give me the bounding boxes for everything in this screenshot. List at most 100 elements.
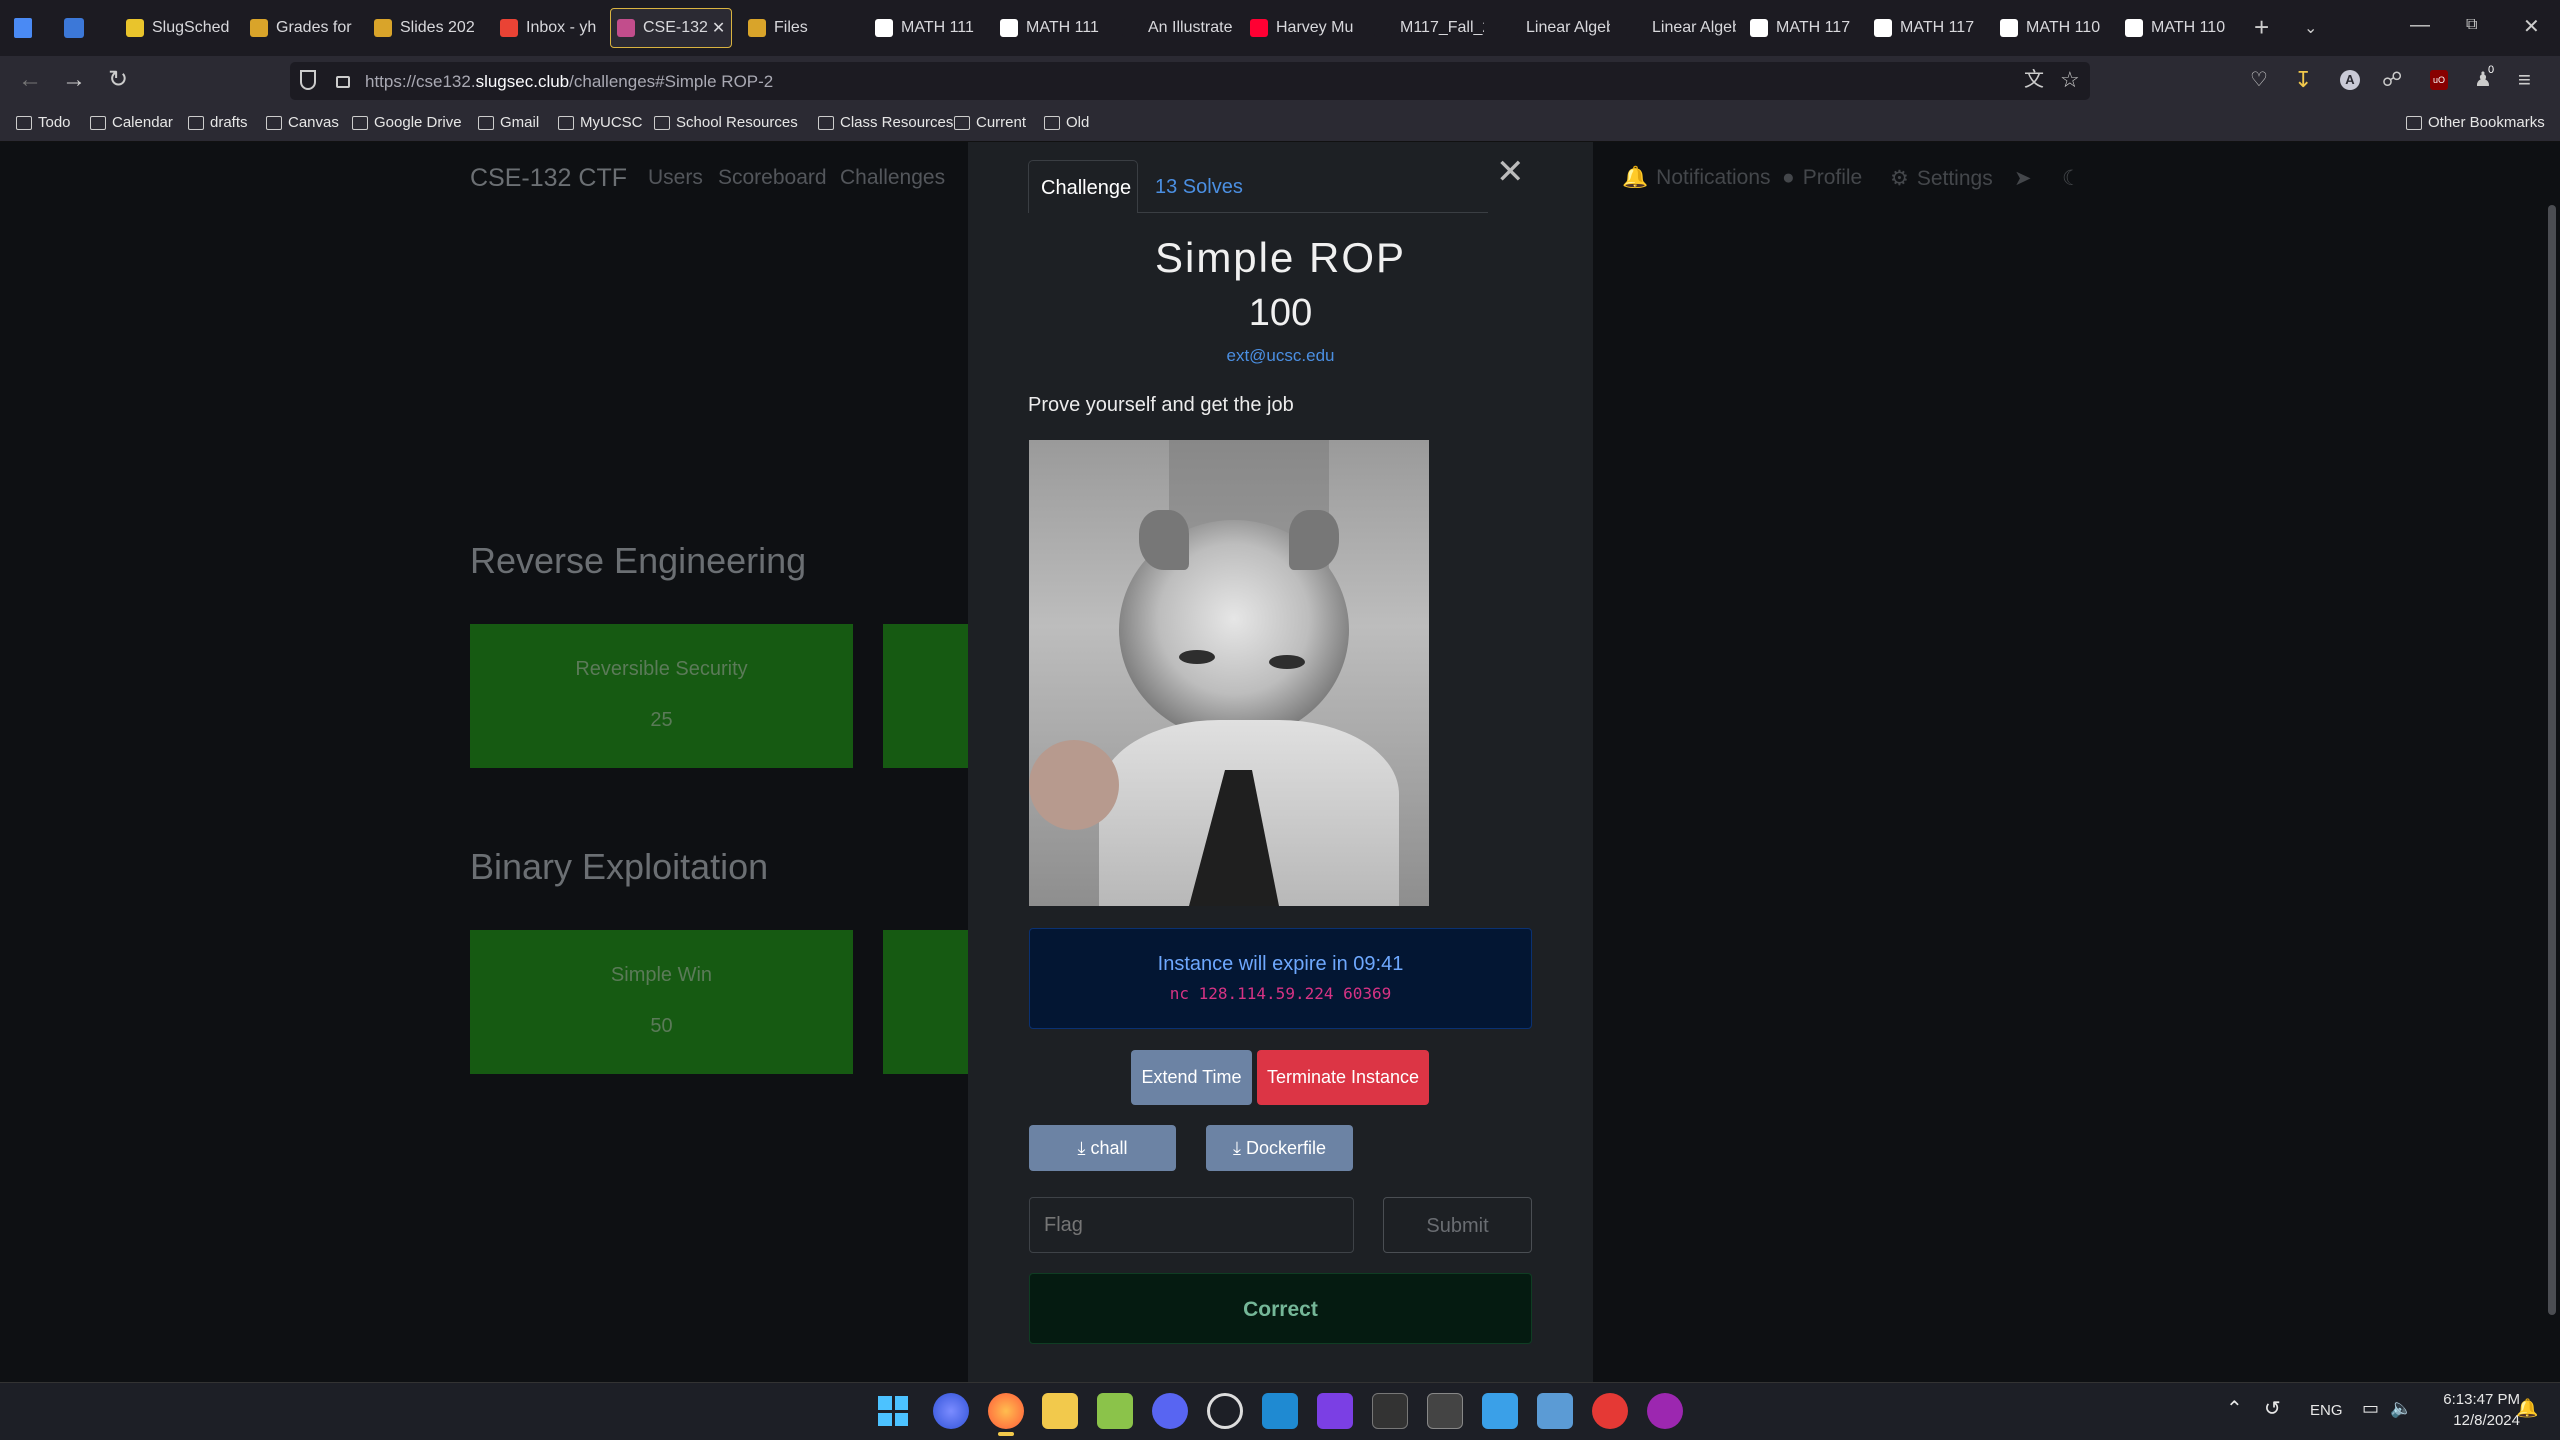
bookmark-item[interactable]: School Resources bbox=[654, 114, 798, 131]
browser-tab[interactable]: Inbox - yh bbox=[500, 8, 610, 48]
bookmark-item[interactable]: drafts bbox=[188, 114, 248, 131]
ublock-icon[interactable]: uO bbox=[2430, 70, 2448, 90]
browser-tab[interactable]: MATH 111 bbox=[1000, 8, 1110, 48]
bookmark-item[interactable]: Google Drive bbox=[352, 114, 462, 131]
back-icon[interactable]: ← bbox=[18, 68, 42, 92]
challenge-author[interactable]: ext@ucsc.edu bbox=[968, 346, 1593, 366]
browser-tab[interactable]: Harvey Mu bbox=[1250, 8, 1360, 48]
bookmark-item[interactable]: Canvas bbox=[266, 114, 339, 131]
browser-tab[interactable]: Grades for bbox=[250, 8, 360, 48]
bookmark-item[interactable]: MyUCSC bbox=[558, 114, 643, 131]
chart-app-icon[interactable] bbox=[1537, 1393, 1573, 1429]
download-dockerfile-button[interactable]: ⤓ Dockerfile bbox=[1206, 1125, 1353, 1171]
downloads-icon[interactable]: ↧ bbox=[2294, 68, 2312, 92]
site-brand[interactable]: CSE-132 CTF bbox=[470, 164, 627, 193]
nav-challenges[interactable]: Challenges bbox=[840, 166, 945, 190]
logout-icon[interactable]: ➤ bbox=[2014, 166, 2032, 191]
shield-icon[interactable] bbox=[300, 70, 316, 90]
close-tab-icon[interactable]: ✕ bbox=[712, 18, 725, 38]
browser-tab[interactable]: MATH 117 bbox=[1874, 8, 1984, 48]
challenge-card-reversible-security[interactable]: Reversible Security 25 bbox=[470, 624, 853, 768]
firefox-dev-icon[interactable] bbox=[933, 1393, 969, 1429]
bookmark-item[interactable]: Class Resources bbox=[818, 114, 953, 131]
bookmark-item[interactable]: Todo bbox=[16, 114, 71, 131]
nav-profile[interactable]: ● Profile bbox=[1782, 166, 1862, 190]
notifications-bell-icon[interactable]: 🔔 bbox=[2516, 1398, 2538, 1419]
jetbrains-icon[interactable] bbox=[1317, 1393, 1353, 1429]
language-indicator[interactable]: ENG bbox=[2310, 1402, 2343, 1419]
forward-icon[interactable]: → bbox=[62, 68, 86, 92]
volume-icon[interactable]: 🔈 bbox=[2390, 1398, 2412, 1419]
extensions-icon[interactable]: ☍ bbox=[2382, 68, 2402, 92]
browser-tab[interactable]: MATH 111 bbox=[875, 8, 985, 48]
minimize-button[interactable]: — bbox=[2410, 14, 2430, 37]
nav-notifications[interactable]: 🔔 Notifications bbox=[1622, 166, 1771, 190]
clock-date[interactable]: 12/8/2024 bbox=[2430, 1412, 2520, 1429]
terminal-icon[interactable] bbox=[1372, 1393, 1408, 1429]
game-app-icon[interactable] bbox=[1592, 1393, 1628, 1429]
tab-solves[interactable]: 13 Solves bbox=[1155, 176, 1243, 199]
mask-app-icon[interactable] bbox=[1647, 1393, 1683, 1429]
browser-tab[interactable]: M117_Fall_202 bbox=[1374, 8, 1484, 48]
other-bookmarks[interactable]: Other Bookmarks bbox=[2406, 114, 2545, 131]
window-app-icon[interactable] bbox=[1427, 1393, 1463, 1429]
tray-chevron-icon[interactable]: ⌃ bbox=[2226, 1396, 2243, 1421]
browser-tab[interactable]: Slides 202 bbox=[374, 8, 484, 48]
challenge-card-simple-win[interactable]: Simple Win 50 bbox=[470, 930, 853, 1074]
close-modal-icon[interactable]: ✕ bbox=[1496, 152, 1525, 192]
pocket-icon[interactable]: ♡ bbox=[2250, 68, 2268, 92]
tab-challenge[interactable]: Challenge bbox=[1028, 160, 1138, 213]
bookmark-item[interactable]: Calendar bbox=[90, 114, 173, 131]
nav-users[interactable]: Users bbox=[648, 166, 703, 190]
discord-icon[interactable] bbox=[1152, 1393, 1188, 1429]
terminate-instance-button[interactable]: Terminate Instance bbox=[1257, 1050, 1429, 1105]
url-text[interactable]: https://cse132.slugsec.club/challenges#S… bbox=[365, 72, 773, 92]
theme-toggle-icon[interactable]: ☾ bbox=[2062, 166, 2081, 191]
browser-tab[interactable]: MATH 110 bbox=[2125, 8, 2235, 48]
menu-icon[interactable]: ≡ bbox=[2518, 68, 2531, 92]
challenge-card-partial[interactable] bbox=[883, 624, 973, 768]
browser-tab[interactable]: CSE-132 ✕ bbox=[610, 8, 732, 48]
scrollbar-thumb[interactable] bbox=[2548, 205, 2556, 1315]
bookmark-item[interactable]: Current bbox=[954, 114, 1026, 131]
submit-button[interactable]: Submit bbox=[1383, 1197, 1532, 1253]
bookmark-item[interactable]: Gmail bbox=[478, 114, 539, 131]
list-tabs-icon[interactable]: ⌄ bbox=[2304, 18, 2317, 38]
photos-icon[interactable] bbox=[1482, 1393, 1518, 1429]
vscode-icon[interactable] bbox=[1262, 1393, 1298, 1429]
new-tab-button[interactable]: + bbox=[2254, 12, 2269, 43]
flag-input[interactable] bbox=[1029, 1197, 1354, 1253]
calendar-app-icon[interactable] bbox=[64, 18, 84, 38]
nav-settings[interactable]: ⚙ Settings bbox=[1890, 166, 1993, 191]
file-explorer-icon[interactable] bbox=[1042, 1393, 1078, 1429]
github-icon[interactable] bbox=[1207, 1393, 1243, 1429]
browser-tab[interactable]: MATH 117 bbox=[1750, 8, 1860, 48]
download-chall-button[interactable]: ⤓ chall bbox=[1029, 1125, 1176, 1171]
close-window-button[interactable]: ✕ bbox=[2523, 14, 2540, 39]
browser-tab[interactable]: Linear Algebra bbox=[1626, 8, 1736, 48]
browser-tab[interactable]: Linear Algebra bbox=[1500, 8, 1610, 48]
instance-panel: Instance will expire in 09:41 nc 128.114… bbox=[1029, 928, 1532, 1029]
lock-icon[interactable] bbox=[336, 76, 350, 88]
extend-time-button[interactable]: Extend Time bbox=[1131, 1050, 1252, 1105]
browser-tab[interactable]: SlugSched bbox=[126, 8, 236, 48]
translate-icon[interactable]: 文 bbox=[2024, 68, 2044, 92]
restore-button[interactable]: ⧉ bbox=[2466, 16, 2477, 34]
nav-scoreboard[interactable]: Scoreboard bbox=[718, 166, 827, 190]
account-avatar[interactable]: A bbox=[2340, 70, 2360, 90]
reload-icon[interactable]: ↻ bbox=[108, 68, 128, 92]
docs-icon[interactable] bbox=[14, 18, 32, 38]
instance-command[interactable]: nc 128.114.59.224 60369 bbox=[1030, 984, 1531, 1003]
browser-tab[interactable]: An Illustrated bbox=[1122, 8, 1232, 48]
clock-time[interactable]: 6:13:47 PM bbox=[2430, 1391, 2520, 1408]
bookmark-star-icon[interactable]: ☆ bbox=[2060, 68, 2080, 92]
bookmark-item[interactable]: Old bbox=[1044, 114, 1089, 131]
firefox-icon[interactable] bbox=[988, 1393, 1024, 1429]
sync-icon[interactable]: ↺ bbox=[2264, 1396, 2281, 1421]
browser-tab[interactable]: Files bbox=[748, 8, 858, 48]
challenge-card-partial[interactable] bbox=[883, 930, 973, 1074]
network-icon[interactable]: ▭ bbox=[2362, 1398, 2379, 1419]
start-icon[interactable] bbox=[878, 1396, 908, 1426]
notepad-icon[interactable] bbox=[1097, 1393, 1133, 1429]
browser-tab[interactable]: MATH 110 bbox=[2000, 8, 2110, 48]
